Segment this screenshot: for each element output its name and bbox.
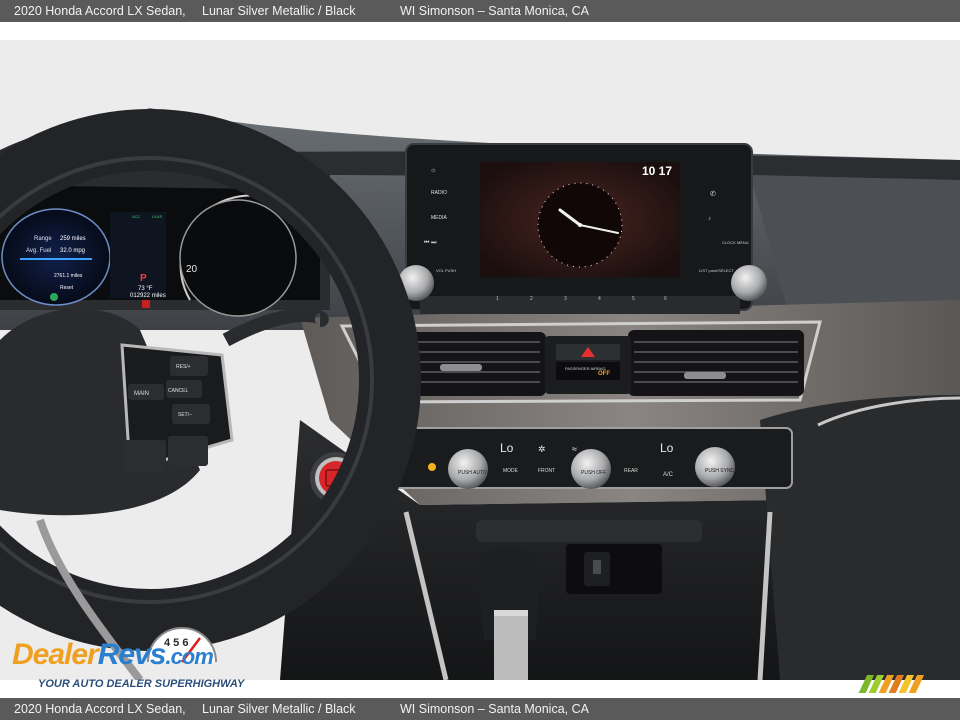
stripe-logo-icon (858, 675, 925, 693)
watermark-tagline: YOUR AUTO DEALER SUPERHIGHWAY (38, 678, 245, 690)
cluster-left-dial (1, 208, 111, 306)
set-button-label: SET/– (178, 412, 192, 418)
footer-vehicle-color: Lunar Silver Metallic / Black (202, 702, 356, 716)
left-temp-display: Lo (500, 441, 514, 455)
main-button-label: MAIN (134, 391, 149, 397)
vol-label: VOL PUSH (436, 268, 456, 273)
preset-4[interactable]: 4 (598, 296, 601, 302)
front-defrost-button[interactable]: FRONT (538, 468, 555, 474)
res-button-label: RES/+ (176, 364, 191, 370)
vehicle-title: 2020 Honda Accord LX Sedan, (14, 4, 186, 18)
footer-dealer-location: WI Simonson – Santa Monica, CA (400, 702, 589, 716)
push-sync-label: PUSH SYNC (705, 468, 735, 474)
caption-bar-bottom: 2020 Honda Accord LX Sedan, Lunar Silver… (0, 698, 960, 720)
voice-icon[interactable]: ♪ (708, 216, 711, 222)
dealer-location: WI Simonson – Santa Monica, CA (400, 4, 589, 18)
preset-5[interactable]: 5 (632, 296, 635, 302)
preset-1[interactable]: 1 (496, 296, 499, 302)
range-value: 259 miles (60, 236, 86, 242)
ac-button[interactable]: A/C (663, 472, 674, 478)
power-icon[interactable]: ☼ (430, 167, 436, 174)
lkas-button[interactable] (122, 440, 166, 472)
fan-knob[interactable] (571, 449, 611, 489)
speed-tick: 20 (186, 264, 198, 275)
fan-speed-icon: ≈ (572, 444, 577, 454)
caption-bar-top: 2020 Honda Accord LX Sedan, Lunar Silver… (0, 0, 960, 22)
preset-3[interactable]: 3 (564, 296, 567, 302)
dashboard-photo: Range 259 miles Avg. Fuel 32.0 mpg 2761.… (0, 40, 960, 680)
outside-temp: 73 °F (138, 286, 153, 292)
preset-6[interactable]: 6 (664, 296, 667, 302)
cancel-button-label: CANCEL (168, 388, 189, 394)
seat-indicator-icon (428, 463, 436, 471)
push-auto-label: PUSH AUTO (458, 470, 487, 476)
media-button[interactable]: MEDIA (431, 215, 448, 221)
right-temp-knob[interactable] (695, 447, 735, 487)
list-select-label: LIST push/SELECT (699, 268, 734, 273)
dealerrevs-logo: DealerRevs.com (12, 638, 214, 672)
gear-indicator: P (140, 273, 147, 284)
tuning-knob[interactable] (731, 265, 767, 301)
distance-button[interactable] (168, 436, 208, 466)
fan-icon: ✲ (538, 444, 546, 454)
phone-icon[interactable]: ✆ (710, 190, 716, 198)
fuel-value: 32.0 mpg (60, 248, 85, 254)
vehicle-color: Lunar Silver Metallic / Black (202, 4, 356, 18)
airbag-off-label: OFF (598, 371, 610, 377)
left-temp-knob[interactable] (448, 449, 488, 489)
fuel-label: Avg. Fuel (26, 248, 51, 254)
brand-part-b: Revs (97, 638, 167, 671)
footer-vehicle-title: 2020 Honda Accord LX Sedan, (14, 702, 186, 716)
acc-label: ACC (132, 214, 141, 219)
reset-label: Reset (60, 285, 74, 291)
push-off-label: PUSH OFF (581, 470, 606, 476)
screen-clock-digital: 10 17 (642, 164, 672, 178)
odometer: 012922 miles (130, 293, 166, 299)
dealerrevs-watermark: 4 5 6 DealerRevs.com YOUR AUTO DEALER SU… (12, 622, 272, 694)
passenger-airbag-indicator (556, 362, 620, 380)
mode-button[interactable]: MODE (503, 468, 519, 474)
brand-part-c: .com (165, 644, 213, 669)
radio-button[interactable]: RADIO (431, 190, 447, 196)
lkas-label: LKAS (152, 214, 163, 219)
trip-value: 2761.1 miles (54, 273, 83, 279)
rear-defrost-button[interactable]: REAR (624, 468, 638, 474)
right-temp-display: Lo (660, 441, 674, 455)
preset-2[interactable]: 2 (530, 296, 533, 302)
brand-part-a: Dealer (12, 638, 99, 671)
range-label: Range (34, 236, 52, 242)
seek-buttons-icon[interactable]: ⏮ ⏭ (424, 240, 437, 246)
clock-menu-button[interactable]: CLOCK MENU (722, 240, 749, 245)
